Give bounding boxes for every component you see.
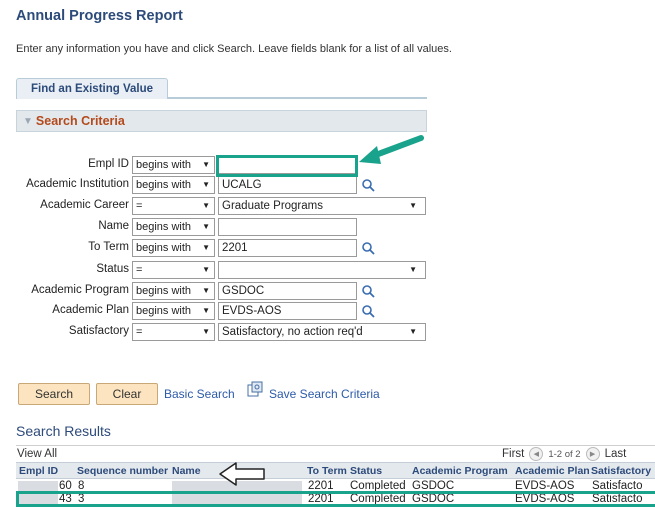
column-header[interactable]: To Term	[307, 465, 347, 477]
empl-id-highlight	[216, 155, 358, 177]
academic-program-input[interactable]: GSDOC	[218, 282, 357, 300]
annotation-arrow-icon	[359, 135, 424, 164]
pager: First ◀ 1-2 of 2 ▶ Last	[502, 447, 626, 461]
clear-button[interactable]: Clear	[96, 383, 158, 405]
operator-select[interactable]: begins with ▼	[132, 176, 215, 194]
operator-select[interactable]: begins with ▼	[132, 156, 215, 174]
save-search-criteria-link[interactable]: Save Search Criteria	[269, 387, 380, 401]
dropdown-arrow-icon: ▼	[409, 265, 417, 274]
to-term-input[interactable]: 2201	[218, 239, 357, 257]
save-search-icon[interactable]	[247, 381, 263, 397]
dropdown-arrow-icon: ▼	[202, 160, 210, 169]
operator-select[interactable]: begins with ▼	[132, 282, 215, 300]
basic-search-link[interactable]: Basic Search	[164, 387, 235, 401]
field-label: Empl ID	[88, 158, 129, 170]
pointer-arrow-icon	[219, 462, 265, 486]
field-label: Status	[96, 263, 129, 275]
dropdown-arrow-icon: ▼	[202, 265, 210, 274]
operator-value: begins with	[136, 242, 192, 254]
page-title: Annual Progress Report	[16, 8, 183, 24]
operator-value: begins with	[136, 285, 192, 297]
column-header[interactable]: Status	[350, 465, 382, 477]
lookup-magnifier-icon[interactable]	[361, 304, 375, 318]
lookup-magnifier-icon[interactable]	[361, 241, 375, 255]
dropdown-arrow-icon: ▼	[202, 286, 210, 295]
dropdown-arrow-icon: ▼	[409, 201, 417, 210]
column-header[interactable]: Name	[172, 465, 201, 477]
dropdown-arrow-icon: ▼	[202, 222, 210, 231]
operator-value: begins with	[136, 221, 192, 233]
satisfactory-select[interactable]: Satisfactory, no action req'd ▼	[218, 323, 426, 341]
academic-plan-input[interactable]: EVDS-AOS	[218, 302, 357, 320]
dropdown-arrow-icon: ▼	[202, 201, 210, 210]
search-results-title: Search Results	[16, 423, 111, 439]
operator-value: =	[136, 326, 143, 338]
operator-select[interactable]: begins with ▼	[132, 218, 215, 236]
collapse-triangle-icon[interactable]: ▼	[23, 116, 33, 127]
lookup-magnifier-icon[interactable]	[361, 284, 375, 298]
dropdown-arrow-icon: ▼	[202, 243, 210, 252]
first-link[interactable]: First	[502, 448, 524, 460]
search-criteria-header[interactable]: ▼ Search Criteria	[16, 110, 427, 132]
status-select[interactable]: ▼	[218, 261, 426, 279]
academic-career-select[interactable]: Graduate Programs ▼	[218, 197, 426, 215]
last-link[interactable]: Last	[605, 448, 627, 460]
field-row-academic-institution: Academic Institution begins with ▼ UCALG	[0, 176, 440, 194]
operator-select[interactable]: begins with ▼	[132, 239, 215, 257]
column-header[interactable]: Empl ID	[19, 465, 58, 477]
field-row-to-term: To Term begins with ▼ 2201	[0, 239, 440, 257]
row-count: 1-2 of 2	[548, 448, 581, 460]
results-grid-header: Empl ID Sequence number Name To Term Sta…	[16, 462, 655, 479]
field-row-academic-career: Academic Career = ▼ Graduate Programs ▼	[0, 197, 440, 215]
field-label: Academic Career	[40, 199, 129, 211]
operator-value: begins with	[136, 305, 192, 317]
field-label: Name	[98, 220, 129, 232]
view-all-link[interactable]: View All	[17, 448, 57, 460]
field-row-name: Name begins with ▼	[0, 218, 440, 236]
section-header-label: Search Criteria	[35, 114, 125, 128]
operator-value: begins with	[136, 179, 192, 191]
operator-select[interactable]: begins with ▼	[132, 302, 215, 320]
column-header[interactable]: Satisfactory	[591, 465, 651, 477]
field-row-satisfactory: Satisfactory = ▼ Satisfactory, no action …	[0, 323, 440, 341]
academic-institution-input[interactable]: UCALG	[218, 176, 357, 194]
prev-page-icon[interactable]: ◀	[529, 447, 544, 461]
select-value: Satisfactory, no action req'd	[222, 326, 363, 338]
operator-value: =	[136, 200, 143, 212]
dropdown-arrow-icon: ▼	[202, 327, 210, 336]
select-value: Graduate Programs	[222, 200, 323, 212]
column-header[interactable]: Sequence number	[77, 465, 168, 477]
name-input[interactable]	[218, 218, 357, 236]
dropdown-arrow-icon: ▼	[202, 306, 210, 315]
operator-value: begins with	[136, 159, 192, 171]
lookup-magnifier-icon[interactable]	[361, 178, 375, 192]
operator-select[interactable]: = ▼	[132, 197, 215, 215]
operator-select[interactable]: = ▼	[132, 261, 215, 279]
field-label: Academic Plan	[52, 304, 129, 316]
next-page-icon[interactable]: ▶	[585, 447, 600, 461]
field-label: Academic Program	[31, 284, 129, 296]
search-button[interactable]: Search	[18, 383, 90, 405]
dropdown-arrow-icon: ▼	[202, 180, 210, 189]
field-row-academic-plan: Academic Plan begins with ▼ EVDS-AOS	[0, 302, 440, 320]
selected-row-highlight	[16, 491, 655, 507]
tab-bar: Find an Existing Value	[16, 78, 427, 99]
field-label: Academic Institution	[26, 178, 129, 190]
column-header[interactable]: Academic Program	[412, 465, 508, 477]
operator-value: =	[136, 264, 143, 276]
field-row-status: Status = ▼ ▼	[0, 261, 440, 279]
dropdown-arrow-icon: ▼	[409, 327, 417, 336]
tab-find-existing-value[interactable]: Find an Existing Value	[16, 78, 168, 99]
field-row-academic-program: Academic Program begins with ▼ GSDOC	[0, 282, 440, 300]
instructions-text: Enter any information you have and click…	[16, 43, 452, 55]
column-header[interactable]: Academic Plan	[515, 465, 590, 477]
field-label: To Term	[88, 241, 129, 253]
field-label: Satisfactory	[68, 325, 129, 337]
operator-select[interactable]: = ▼	[132, 323, 215, 341]
results-grid-toolbar: View All First ◀ 1-2 of 2 ▶ Last	[16, 445, 655, 462]
